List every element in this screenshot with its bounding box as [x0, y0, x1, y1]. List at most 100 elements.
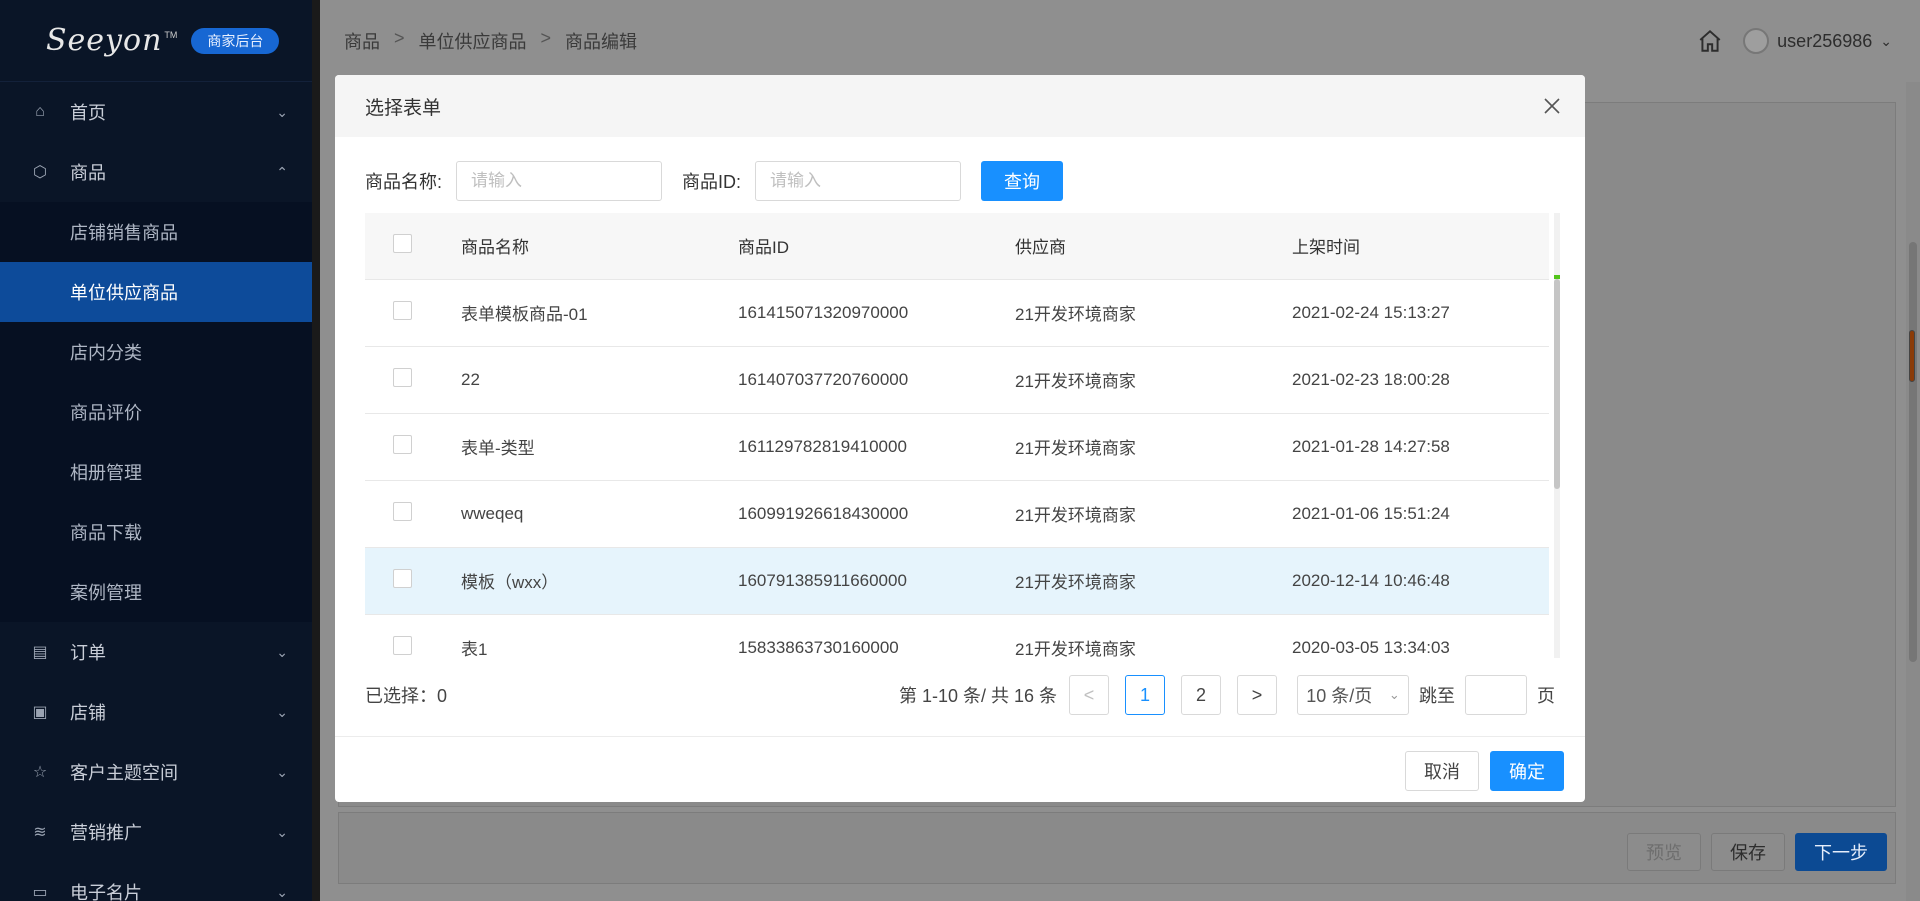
page-2-button[interactable]: 2 — [1181, 675, 1221, 715]
sidebar-subitem-cases[interactable]: 案例管理 — [0, 562, 312, 622]
sidebar-item-business-card[interactable]: ▭ 电子名片 ⌄ — [0, 862, 312, 901]
sidebar-item-home[interactable]: ⌂ 首页 ⌄ — [0, 82, 312, 142]
row-checkbox[interactable] — [393, 635, 412, 655]
cell-id: 160991926618430000 — [738, 480, 1015, 548]
selected-count: 已选择：0 — [365, 686, 448, 706]
table-row[interactable]: 表1 15833863730160000 21开发环境商家 2020-03-05… — [365, 614, 1549, 658]
sidebar-subitem-unit-supply[interactable]: 单位供应商品 — [0, 262, 312, 322]
page-scrollbar-thumb[interactable] — [1909, 242, 1917, 662]
next-step-button[interactable]: 下一步 — [1795, 833, 1887, 871]
breadcrumb-separator: > — [540, 28, 552, 48]
page-1-button[interactable]: 1 — [1125, 675, 1165, 715]
shop-icon: ▣ — [32, 704, 48, 721]
sidebar-item-store[interactable]: ▣ 店铺 ⌄ — [0, 682, 312, 742]
table-scrollbar-thumb[interactable] — [1554, 279, 1560, 489]
select-form-modal: 选择表单 商品名称: 商品ID: 查询 商品名称 商品ID 供应商 上架时间 — [335, 75, 1585, 802]
jump-page-input[interactable] — [1465, 675, 1527, 715]
cell-listed-time: 2021-02-23 18:00:28 — [1292, 346, 1549, 414]
query-button[interactable]: 查询 — [981, 161, 1064, 201]
page-size-select[interactable]: 10 条/页 ⌄ — [1297, 675, 1409, 715]
next-page-button[interactable]: > — [1237, 675, 1277, 715]
sidebar-subitem-downloads[interactable]: 商品下载 — [0, 502, 312, 562]
row-checkbox[interactable] — [393, 367, 412, 387]
table-row[interactable]: 22 161407037720760000 21开发环境商家 2021-02-2… — [365, 346, 1549, 414]
username[interactable]: user256986 — [1777, 31, 1872, 52]
product-id-input[interactable] — [755, 161, 962, 201]
row-checkbox-cell — [365, 614, 461, 658]
pagination: 第 1-10 条/ 共 16 条 < 1 2 > 10 条/页 ⌄ 跳至 页 — [899, 675, 1555, 715]
cell-id: 15833863730160000 — [738, 614, 1015, 658]
breadcrumb: 商品 > 单位供应商品 > 商品编辑 — [344, 28, 651, 54]
breadcrumb-item[interactable]: 单位供应商品 — [419, 28, 527, 54]
top-header: 商品 > 单位供应商品 > 商品编辑 user256986 ⌄ — [320, 0, 1920, 82]
sidebar-item-label: 首页 — [70, 103, 106, 123]
sidebar-scrollbar[interactable] — [312, 0, 320, 901]
cell-supplier: 21开发环境商家 — [1015, 413, 1292, 481]
home-icon[interactable] — [1697, 28, 1723, 54]
cancel-button[interactable]: 取消 — [1405, 751, 1479, 791]
chevron-down-icon: ⌄ — [276, 763, 288, 780]
row-checkbox[interactable] — [393, 568, 412, 588]
chevron-down-icon: ⌄ — [276, 643, 288, 660]
cell-name: 表单模板商品-01 — [461, 279, 738, 347]
sidebar-item-products[interactable]: ⬡ 商品 ⌃ — [0, 142, 312, 202]
cube-icon: ⬡ — [33, 164, 47, 181]
cell-id: 161415071320970000 — [738, 279, 1015, 347]
row-checkbox[interactable] — [393, 300, 412, 320]
avatar[interactable] — [1743, 28, 1770, 54]
product-table: 商品名称 商品ID 供应商 上架时间 表单模板商品-01 16141507132… — [365, 213, 1554, 658]
product-id-label: 商品ID: — [682, 172, 742, 192]
cell-supplier: 21开发环境商家 — [1015, 614, 1292, 658]
products-submenu: 店铺销售商品 单位供应商品 店内分类 商品评价 相册管理 商品下载 案例管理 — [0, 202, 312, 622]
cell-listed-time: 2020-12-14 10:46:48 — [1292, 547, 1549, 615]
product-name-input[interactable] — [456, 161, 663, 201]
row-checkbox[interactable] — [393, 501, 412, 521]
sidebar-item-customer-space[interactable]: ☆ 客户主题空间 ⌄ — [0, 742, 312, 802]
page-footer-bar: 预览 保存 下一步 — [338, 812, 1896, 884]
sidebar-subitem-reviews[interactable]: 商品评价 — [0, 382, 312, 442]
close-icon[interactable] — [1543, 97, 1561, 115]
sidebar: Seeyon TM 商家后台 ⌂ 首页 ⌄ ⬡ 商品 ⌃ 店铺销售商品 单位供应… — [0, 0, 312, 901]
prev-page-button[interactable]: < — [1069, 675, 1109, 715]
user-area: user256986 ⌄ — [1697, 28, 1892, 54]
sidebar-subitem-categories[interactable]: 店内分类 — [0, 322, 312, 382]
select-all-checkbox[interactable] — [393, 233, 412, 253]
cell-listed-time: 2021-01-06 15:51:24 — [1292, 480, 1549, 548]
cell-name: 22 — [461, 346, 738, 414]
sidebar-item-label: 客户主题空间 — [70, 763, 178, 783]
table-header-row: 商品名称 商品ID 供应商 上架时间 — [365, 213, 1549, 280]
cell-supplier: 21开发环境商家 — [1015, 480, 1292, 548]
cell-listed-time: 2021-02-24 15:13:27 — [1292, 279, 1549, 347]
sidebar-subitem-albums[interactable]: 相册管理 — [0, 442, 312, 502]
cell-name: 表单-类型 — [461, 413, 738, 481]
sidebar-subitem-store-sales[interactable]: 店铺销售商品 — [0, 202, 312, 262]
row-checkbox-cell — [365, 547, 461, 615]
cell-supplier: 21开发环境商家 — [1015, 279, 1292, 347]
card-icon: ▭ — [32, 884, 48, 901]
sidebar-item-marketing[interactable]: ≋ 营销推广 ⌄ — [0, 802, 312, 862]
sidebar-item-orders[interactable]: ▤ 订单 ⌄ — [0, 622, 312, 682]
confirm-button[interactable]: 确定 — [1490, 751, 1564, 791]
cell-name: 模板（wxx） — [461, 547, 738, 615]
merchant-backend-badge: 商家后台 — [191, 27, 280, 54]
product-name-label: 商品名称: — [365, 172, 443, 192]
sidebar-item-label: 订单 — [70, 643, 106, 663]
table-row[interactable]: 表单-类型 161129782819410000 21开发环境商家 2021-0… — [365, 413, 1549, 481]
chevron-down-icon[interactable]: ⌄ — [1880, 33, 1892, 50]
table-row-hovered[interactable]: 模板（wxx） 160791385911660000 21开发环境商家 2020… — [365, 547, 1549, 615]
logo: Seeyon — [46, 23, 163, 58]
breadcrumb-item[interactable]: 商品 — [344, 28, 380, 54]
sidebar-item-label: 商品 — [70, 163, 106, 183]
page-size-value: 10 条/页 — [1306, 686, 1373, 706]
preview-button[interactable]: 预览 — [1627, 833, 1701, 871]
table-row[interactable]: 表单模板商品-01 161415071320970000 21开发环境商家 20… — [365, 279, 1549, 347]
table-row[interactable]: wweqeq 160991926618430000 21开发环境商家 2021-… — [365, 480, 1549, 548]
cell-listed-time: 2021-01-28 14:27:58 — [1292, 413, 1549, 481]
pagination-summary: 第 1-10 条/ 共 16 条 — [898, 686, 1057, 706]
row-checkbox[interactable] — [393, 434, 412, 454]
save-button[interactable]: 保存 — [1711, 833, 1785, 871]
table-scrollbar[interactable] — [1554, 213, 1560, 658]
layers-icon: ≋ — [33, 824, 47, 841]
chevron-down-icon: ⌄ — [276, 103, 288, 120]
page-scrollbar[interactable] — [1906, 82, 1920, 901]
